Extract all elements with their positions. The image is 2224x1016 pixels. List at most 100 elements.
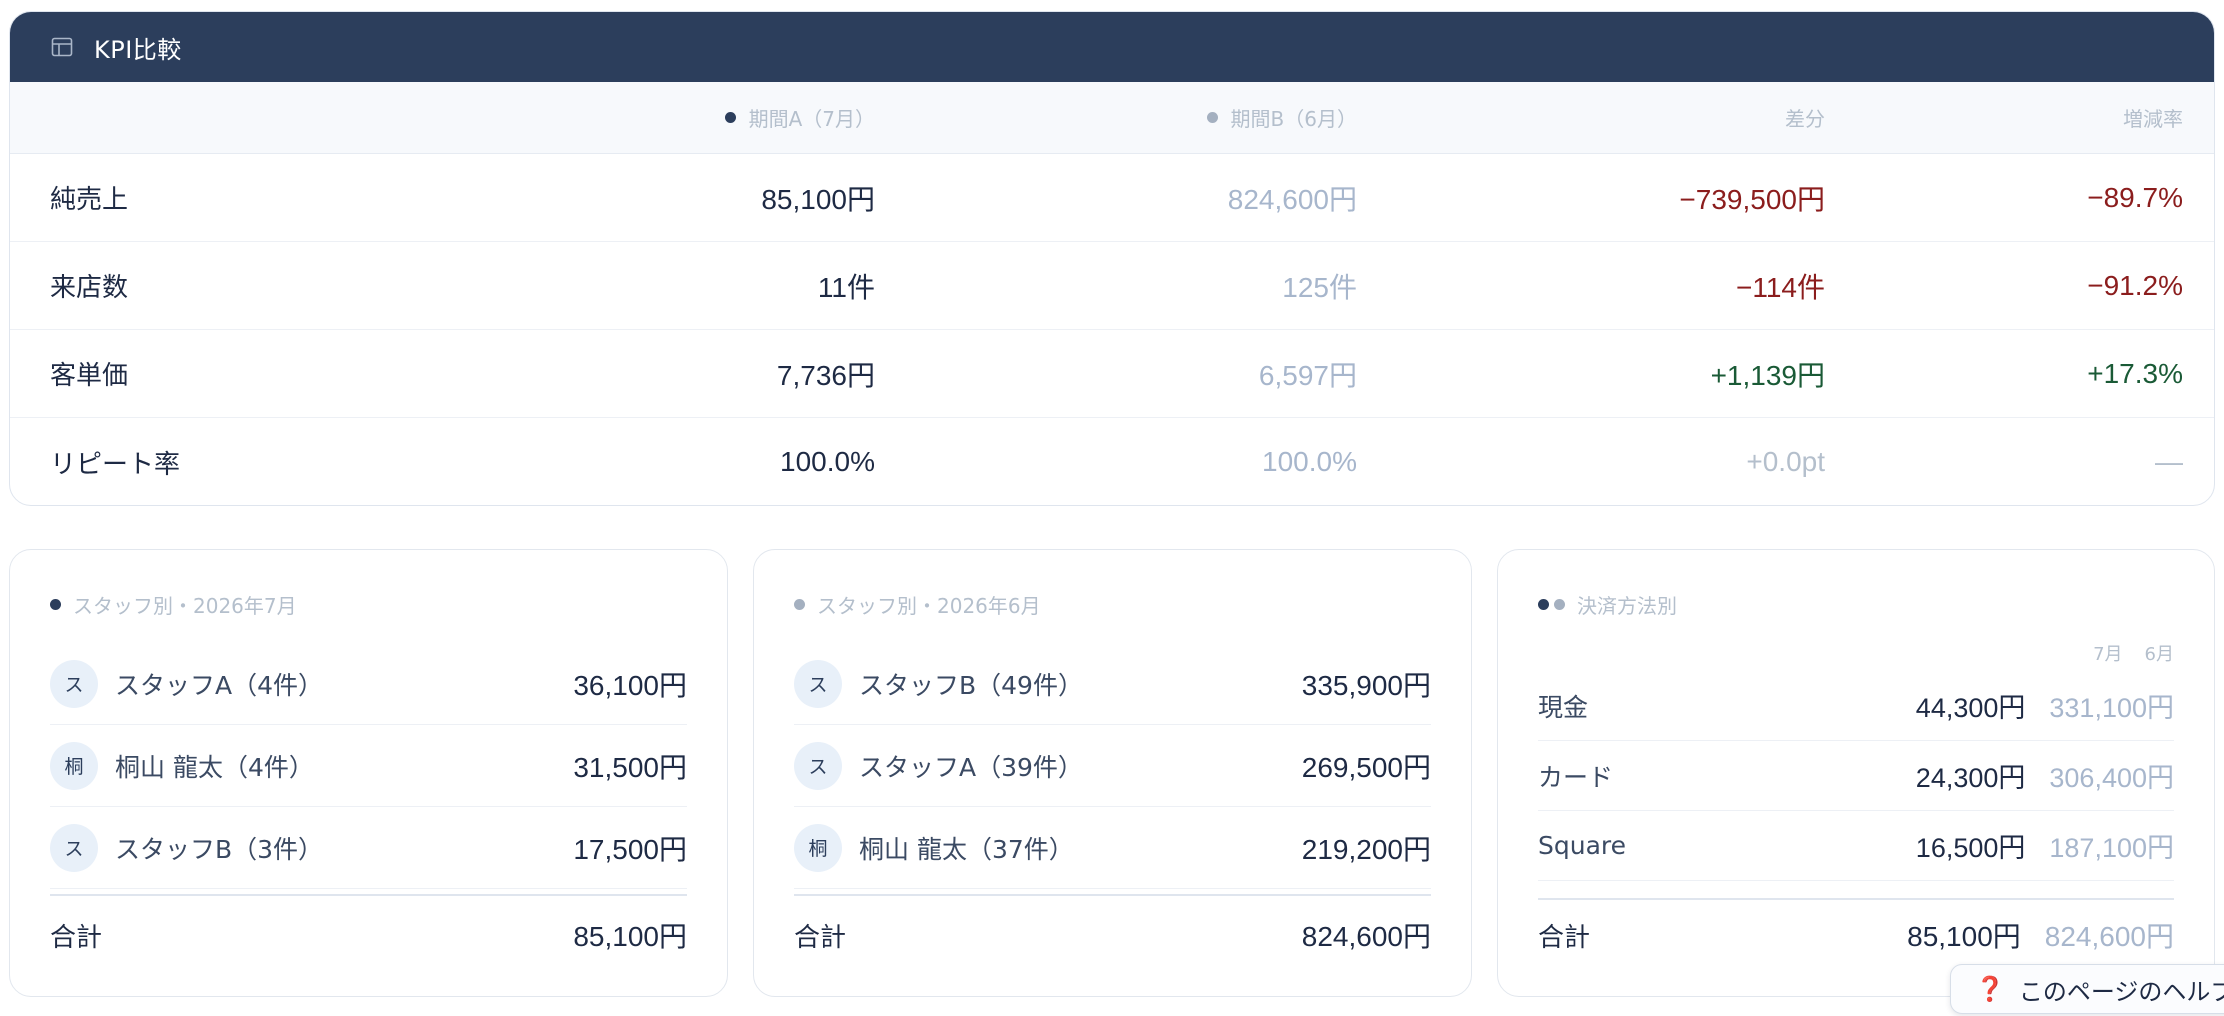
total-label: 合計	[1538, 922, 1591, 953]
kpi-rate: +17.3%	[2087, 357, 2183, 389]
kpi-value-b: 6,597円	[1258, 359, 1357, 391]
question-icon: ❓	[1975, 975, 2005, 1003]
staff-amount: 219,200円	[1301, 833, 1431, 865]
kpi-card-header: KPI比較	[10, 12, 2214, 82]
total-amount: 85,100円	[573, 921, 687, 952]
payment-col-b: 6月	[2144, 644, 2174, 665]
payment-col-a: 7月	[2093, 644, 2123, 665]
payment-value-a: 44,300円	[1915, 693, 2026, 723]
table-icon	[51, 37, 73, 57]
staff-june-card: スタッフ別・2026年6月 ス スタッフB（49件） 335,900円 ス スタ…	[753, 549, 1472, 997]
payment-total-b: 824,600円	[2044, 921, 2174, 952]
payment-value-a: 16,500円	[1915, 833, 2026, 863]
kpi-value-b: 824,600円	[1227, 183, 1357, 215]
staff-amount: 269,500円	[1301, 751, 1431, 783]
period-a-dot	[50, 599, 61, 610]
kpi-row-avg-spend: 客単価 7,736円 6,597円 +1,139円 +17.3%	[10, 330, 2214, 418]
kpi-value-a: 7,736円	[776, 359, 875, 391]
kpi-table-header: 期間A（7月） 期間B（6月） 差分 増減率	[10, 82, 2214, 154]
staff-row: ス スタッフA（39件） 269,500円	[794, 725, 1431, 807]
column-period-b-label: 期間B（6月）	[1230, 107, 1357, 131]
staff-name: スタッフB（3件）	[115, 834, 324, 864]
staff-july-card: スタッフ別・2026年7月 ス スタッフA（4件） 36,100円 桐 桐山 龍…	[9, 549, 728, 997]
avatar: ス	[794, 741, 842, 790]
total-label: 合計	[794, 922, 847, 953]
payment-method-label: カード	[1538, 762, 1614, 792]
staff-amount: 36,100円	[573, 669, 687, 701]
payment-value-b: 306,400円	[2049, 763, 2174, 793]
staff-amount: 17,500円	[573, 833, 687, 865]
payment-column-header: 7月 6月	[2093, 640, 2174, 666]
staff-name: スタッフA（39件）	[859, 752, 1083, 782]
period-b-dot	[1206, 112, 1218, 123]
column-period-b: 期間B（6月）	[1206, 82, 1357, 153]
staff-row: 桐 桐山 龍太（4件） 31,500円	[50, 725, 687, 807]
kpi-row-label: 来店数	[50, 273, 129, 303]
payment-total: 合計 85,100円 824,600円	[1538, 898, 2174, 970]
total-amount: 824,600円	[1301, 921, 1431, 952]
staff-june-title-text: スタッフ別・2026年6月	[817, 594, 1041, 618]
staff-july-title: スタッフ別・2026年7月	[50, 590, 297, 619]
payment-value-b: 331,100円	[2049, 693, 2174, 723]
payment-title: 決済方法別	[1538, 590, 1677, 619]
kpi-diff: −739,500円	[1679, 183, 1825, 215]
staff-name: 桐山 龍太（4件）	[115, 752, 314, 782]
help-label: このページのヘルプ	[2018, 977, 2224, 1006]
payment-method-card: 決済方法別 7月 6月 現金 44,300円 331,100円 カード 24,3…	[1497, 549, 2215, 997]
total-label: 合計	[50, 922, 103, 953]
staff-row: ス スタッフA（4件） 36,100円	[50, 643, 687, 725]
kpi-rate: —	[2155, 446, 2183, 477]
staff-june-list: ス スタッフB（49件） 335,900円 ス スタッフA（39件） 269,5…	[794, 643, 1431, 889]
payment-title-text: 決済方法別	[1577, 594, 1677, 618]
period-b-dot	[794, 599, 805, 610]
kpi-value-b: 125件	[1282, 271, 1357, 303]
kpi-value-b: 100.0%	[1262, 446, 1357, 477]
kpi-row-visits: 来店数 11件 125件 −114件 −91.2%	[10, 242, 2214, 330]
column-diff-label: 差分	[1785, 107, 1825, 131]
kpi-diff: +0.0pt	[1746, 446, 1825, 477]
staff-name: 桐山 龍太（37件）	[859, 834, 1074, 864]
period-a-dot	[724, 112, 736, 123]
period-b-dot	[1554, 599, 1565, 610]
payment-method-label: 現金	[1538, 692, 1589, 722]
period-a-dot	[1538, 599, 1549, 610]
kpi-diff: +1,139円	[1710, 359, 1825, 391]
staff-july-total: 合計 85,100円	[50, 894, 687, 974]
column-period-a-label: 期間A（7月）	[748, 107, 875, 131]
staff-name: スタッフB（49件）	[859, 670, 1083, 700]
column-period-a: 期間A（7月）	[724, 82, 875, 153]
kpi-diff: −114件	[1736, 271, 1825, 303]
staff-amount: 335,900円	[1301, 669, 1431, 701]
kpi-row-net-sales: 純売上 85,100円 824,600円 −739,500円 −89.7%	[10, 154, 2214, 242]
payment-row: カード 24,300円 306,400円	[1538, 741, 2174, 811]
staff-july-title-text: スタッフ別・2026年7月	[73, 594, 297, 618]
payment-list: 現金 44,300円 331,100円 カード 24,300円 306,400円…	[1538, 671, 2174, 881]
payment-value-a: 24,300円	[1915, 763, 2026, 793]
avatar: ス	[794, 659, 842, 708]
kpi-row-label: 客単価	[50, 361, 129, 391]
kpi-comparison-card: KPI比較 期間A（7月） 期間B（6月） 差分 増減率 純売上 85,100円…	[9, 11, 2215, 506]
help-button[interactable]: ❓ このページのヘルプ	[1950, 964, 2224, 1014]
staff-june-title: スタッフ別・2026年6月	[794, 590, 1041, 619]
kpi-table-body: 純売上 85,100円 824,600円 −739,500円 −89.7% 来店…	[10, 154, 2214, 505]
staff-name: スタッフA（4件）	[115, 670, 324, 700]
kpi-value-a: 100.0%	[780, 446, 875, 477]
staff-row: 桐 桐山 龍太（37件） 219,200円	[794, 807, 1431, 889]
avatar: 桐	[794, 823, 842, 872]
staff-amount: 31,500円	[573, 751, 687, 783]
staff-june-total: 合計 824,600円	[794, 894, 1431, 974]
avatar: ス	[50, 823, 98, 872]
avatar: 桐	[50, 741, 98, 790]
kpi-row-repeat-rate: リピート率 100.0% 100.0% +0.0pt —	[10, 418, 2214, 505]
kpi-rate: −89.7%	[2087, 181, 2183, 213]
kpi-row-label: 純売上	[50, 185, 129, 215]
staff-row: ス スタッフB（49件） 335,900円	[794, 643, 1431, 725]
kpi-value-a: 11件	[817, 271, 875, 303]
payment-row: Square 16,500円 187,100円	[1538, 811, 2174, 881]
avatar: ス	[50, 659, 98, 708]
payment-row: 現金 44,300円 331,100円	[1538, 671, 2174, 741]
payment-value-b: 187,100円	[2049, 833, 2174, 863]
payment-method-label: Square	[1538, 831, 1627, 860]
kpi-row-label: リピート率	[50, 449, 181, 480]
staff-july-list: ス スタッフA（4件） 36,100円 桐 桐山 龍太（4件） 31,500円 …	[50, 643, 687, 889]
